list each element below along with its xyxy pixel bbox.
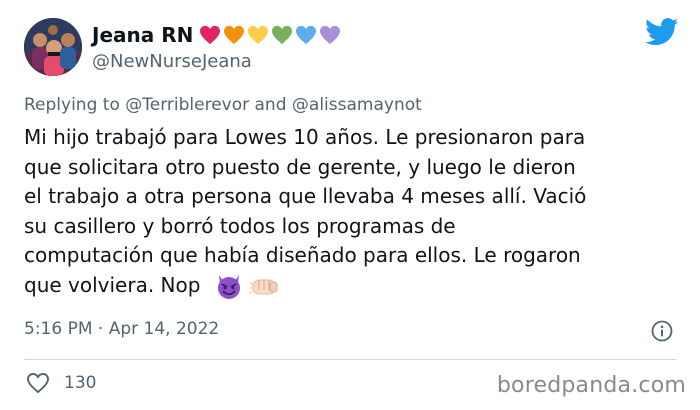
yellow-heart-icon bbox=[248, 25, 269, 45]
fist-bump-emoji-icon bbox=[250, 279, 278, 295]
reply-conjunction: and bbox=[254, 95, 287, 115]
divider bbox=[24, 359, 676, 360]
mention-link-1[interactable]: @Terriblerevor bbox=[125, 95, 249, 115]
mention-link-2[interactable]: @alissamaynot bbox=[292, 95, 422, 115]
avatar[interactable] bbox=[24, 18, 82, 76]
heart-outline-icon[interactable] bbox=[26, 372, 50, 394]
heart-emojis bbox=[199, 25, 341, 45]
like-count: 130 bbox=[64, 373, 97, 393]
like-button[interactable]: 130 bbox=[26, 372, 96, 394]
author-name-row[interactable]: Jeana RN bbox=[92, 20, 341, 50]
orange-heart-icon bbox=[224, 25, 245, 45]
tweet-body-text: Mi hijo trabajó para Lowes 10 años. Le p… bbox=[24, 125, 587, 297]
author-handle[interactable]: @NewNurseJeana bbox=[92, 51, 252, 72]
display-name[interactable]: Jeana RN bbox=[92, 23, 193, 47]
family-photo-icon bbox=[24, 18, 82, 76]
tweet-body: Mi hijo trabajó para Lowes 10 años. Le p… bbox=[24, 123, 692, 300]
purple-heart-icon bbox=[320, 25, 341, 45]
smiling-devil-emoji-icon bbox=[218, 275, 241, 299]
twitter-bird-icon[interactable] bbox=[645, 18, 679, 46]
boredpanda-watermark: boredpanda.com bbox=[496, 373, 686, 398]
replying-to-line: Replying to @Terriblerevor and @alissama… bbox=[24, 95, 422, 115]
green-heart-icon bbox=[272, 25, 293, 45]
red-heart-icon bbox=[200, 25, 221, 45]
tweet-timestamp[interactable]: 5:16 PM · Apr 14, 2022 bbox=[24, 319, 219, 339]
blue-heart-icon bbox=[296, 25, 317, 45]
replying-prefix: Replying to bbox=[24, 95, 120, 115]
emoji-row bbox=[214, 272, 280, 300]
tweet-card: Jeana RN @NewNurseJeana Replying to @Ter… bbox=[0, 0, 700, 410]
info-icon[interactable] bbox=[651, 320, 673, 342]
